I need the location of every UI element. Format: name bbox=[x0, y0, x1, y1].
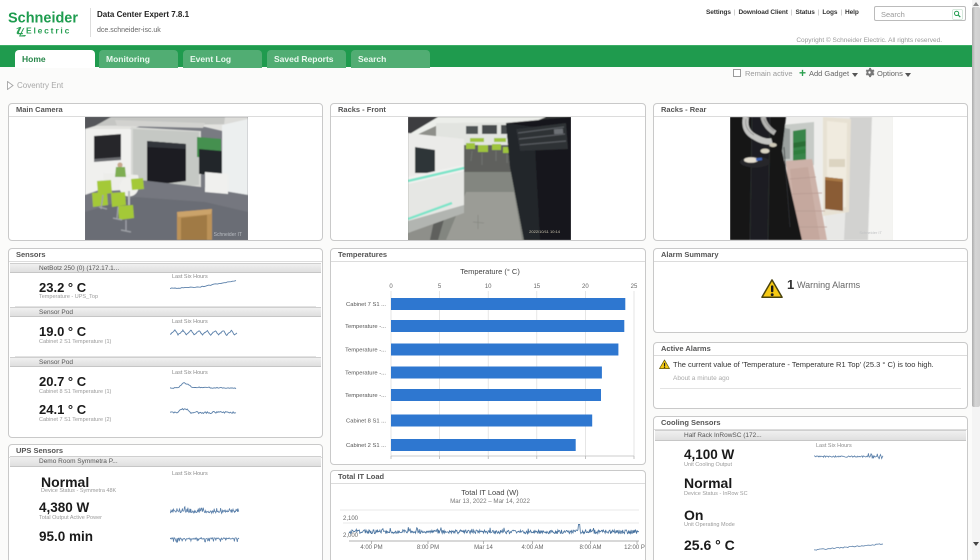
svg-text:Temperature (° C): Temperature (° C) bbox=[460, 267, 520, 276]
svg-text:Temperature -...: Temperature -... bbox=[345, 348, 386, 354]
svg-text:8:00 AM: 8:00 AM bbox=[579, 545, 601, 551]
svg-text:Mar 13, 2022 – Mar 14, 2022: Mar 13, 2022 – Mar 14, 2022 bbox=[450, 498, 530, 505]
svg-text:Cabinet 8 S1 ...: Cabinet 8 S1 ... bbox=[346, 419, 386, 425]
svg-text:Total IT Load (W): Total IT Load (W) bbox=[461, 488, 519, 497]
svg-text:8:00 PM: 8:00 PM bbox=[417, 545, 439, 551]
svg-text:2,100: 2,100 bbox=[343, 516, 359, 522]
svg-text:2022/10/11 10:14: 2022/10/11 10:14 bbox=[529, 229, 561, 234]
svg-text:Cabinet 7 S1 ...: Cabinet 7 S1 ... bbox=[346, 302, 386, 308]
svg-text:Temperature -...: Temperature -... bbox=[345, 324, 386, 330]
svg-text:20: 20 bbox=[582, 284, 589, 290]
svg-text:0: 0 bbox=[389, 284, 393, 290]
svg-text:Temperature -...: Temperature -... bbox=[345, 393, 386, 399]
svg-text:10: 10 bbox=[485, 284, 492, 290]
svg-text:Cabinet 2 S1 ...: Cabinet 2 S1 ... bbox=[346, 443, 386, 449]
svg-text:12:00 PM: 12:00 PM bbox=[624, 545, 645, 551]
svg-text:5: 5 bbox=[438, 284, 442, 290]
svg-text:Mar 14: Mar 14 bbox=[474, 545, 493, 551]
svg-text:Schneider IT: Schneider IT bbox=[214, 232, 242, 238]
svg-text:4:00 PM: 4:00 PM bbox=[360, 545, 382, 551]
svg-text:15: 15 bbox=[533, 284, 540, 290]
svg-text:Schneider: Schneider bbox=[8, 10, 78, 27]
svg-text:Temperature -...: Temperature -... bbox=[345, 371, 386, 377]
svg-text:Schneider IT: Schneider IT bbox=[859, 230, 882, 235]
svg-text:Electric: Electric bbox=[26, 26, 71, 36]
svg-text:4:00 AM: 4:00 AM bbox=[521, 545, 543, 551]
svg-text:25: 25 bbox=[631, 284, 638, 290]
